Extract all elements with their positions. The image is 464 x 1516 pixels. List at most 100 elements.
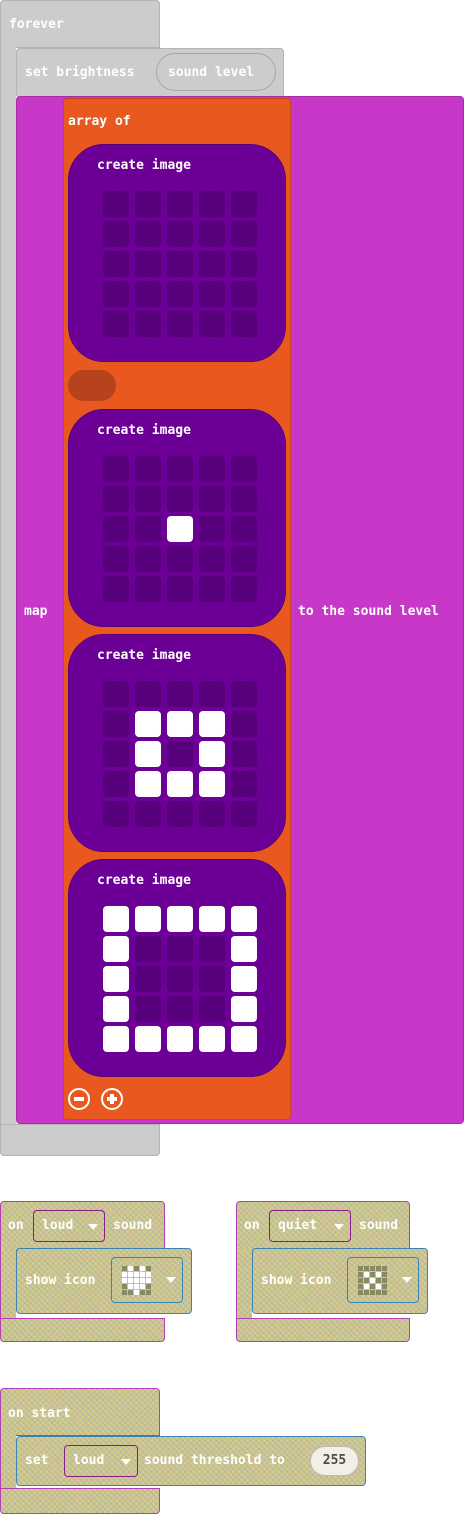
led-off[interactable] [167,281,193,307]
set-sound-threshold-block[interactable]: set loud sound threshold to 255 [16,1436,366,1486]
led-off[interactable] [199,576,225,602]
led-on[interactable] [199,741,225,767]
led-off[interactable] [199,251,225,277]
led-off[interactable] [103,221,129,247]
led-off[interactable] [199,191,225,217]
led-grid[interactable] [103,191,257,345]
on-loud-sound-block[interactable]: on loud sound [0,1201,165,1251]
led-on[interactable] [167,906,193,932]
led-off[interactable] [199,801,225,827]
create-image-block-3[interactable]: create image [68,634,286,852]
led-off[interactable] [103,771,129,797]
led-off[interactable] [135,681,161,707]
led-on[interactable] [231,996,257,1022]
led-off[interactable] [135,516,161,542]
led-off[interactable] [167,741,193,767]
led-off[interactable] [199,516,225,542]
led-on[interactable] [231,936,257,962]
led-off[interactable] [167,251,193,277]
led-off[interactable] [199,681,225,707]
led-off[interactable] [135,251,161,277]
led-off[interactable] [167,966,193,992]
led-off[interactable] [231,311,257,337]
led-off[interactable] [103,546,129,572]
led-off[interactable] [135,191,161,217]
led-off[interactable] [199,486,225,512]
led-on[interactable] [167,771,193,797]
set-brightness-block[interactable]: set brightness sound level [16,48,284,98]
led-on[interactable] [103,936,129,962]
led-off[interactable] [199,546,225,572]
led-off[interactable] [199,281,225,307]
led-off[interactable] [167,546,193,572]
led-off[interactable] [231,191,257,217]
led-off[interactable] [231,251,257,277]
led-off[interactable] [103,191,129,217]
led-off[interactable] [231,281,257,307]
show-icon-block[interactable]: show icon [252,1248,428,1314]
led-off[interactable] [231,486,257,512]
led-on[interactable] [199,906,225,932]
led-off[interactable] [167,456,193,482]
led-off[interactable] [135,311,161,337]
icon-dropdown[interactable] [347,1257,419,1303]
led-off[interactable] [231,516,257,542]
led-off[interactable] [199,456,225,482]
led-off[interactable] [135,486,161,512]
led-on[interactable] [199,711,225,737]
led-on[interactable] [103,1026,129,1052]
led-grid[interactable] [103,456,257,610]
on-start-block[interactable]: on start [0,1388,160,1436]
led-off[interactable] [135,576,161,602]
led-off[interactable] [167,221,193,247]
sound-level-reporter[interactable]: sound level [156,53,276,91]
led-off[interactable] [103,516,129,542]
led-off[interactable] [231,456,257,482]
led-grid[interactable] [103,906,257,1060]
led-off[interactable] [103,711,129,737]
led-off[interactable] [231,576,257,602]
led-off[interactable] [103,576,129,602]
create-image-block-4[interactable]: create image [68,859,286,1077]
led-off[interactable] [231,801,257,827]
led-off[interactable] [103,281,129,307]
led-on[interactable] [231,906,257,932]
led-off[interactable] [231,221,257,247]
led-off[interactable] [167,311,193,337]
led-off[interactable] [135,221,161,247]
led-on[interactable] [199,1026,225,1052]
led-off[interactable] [135,456,161,482]
led-on[interactable] [135,1026,161,1052]
led-off[interactable] [167,681,193,707]
led-on[interactable] [231,966,257,992]
led-off[interactable] [199,936,225,962]
led-off[interactable] [231,711,257,737]
led-off[interactable] [103,681,129,707]
led-on[interactable] [135,711,161,737]
led-off[interactable] [167,191,193,217]
loud-dropdown[interactable]: loud [33,1210,105,1242]
add-item-button[interactable] [101,1088,123,1110]
led-on[interactable] [135,906,161,932]
led-off[interactable] [167,486,193,512]
led-off[interactable] [135,936,161,962]
empty-array-slot[interactable] [68,370,116,401]
led-off[interactable] [135,546,161,572]
led-off[interactable] [199,996,225,1022]
led-grid[interactable] [103,681,257,835]
led-on[interactable] [135,741,161,767]
led-off[interactable] [199,221,225,247]
led-on[interactable] [199,771,225,797]
on-quiet-sound-block[interactable]: on quiet sound [236,1201,410,1251]
led-off[interactable] [103,311,129,337]
remove-item-button[interactable] [68,1088,90,1110]
threshold-number-input[interactable]: 255 [310,1446,359,1476]
led-on[interactable] [167,1026,193,1052]
create-image-block-1[interactable]: create image [68,144,286,362]
led-off[interactable] [231,546,257,572]
led-off[interactable] [167,996,193,1022]
create-image-block-2[interactable]: create image [68,409,286,627]
led-off[interactable] [199,311,225,337]
icon-dropdown[interactable] [111,1257,183,1303]
led-on[interactable] [231,1026,257,1052]
